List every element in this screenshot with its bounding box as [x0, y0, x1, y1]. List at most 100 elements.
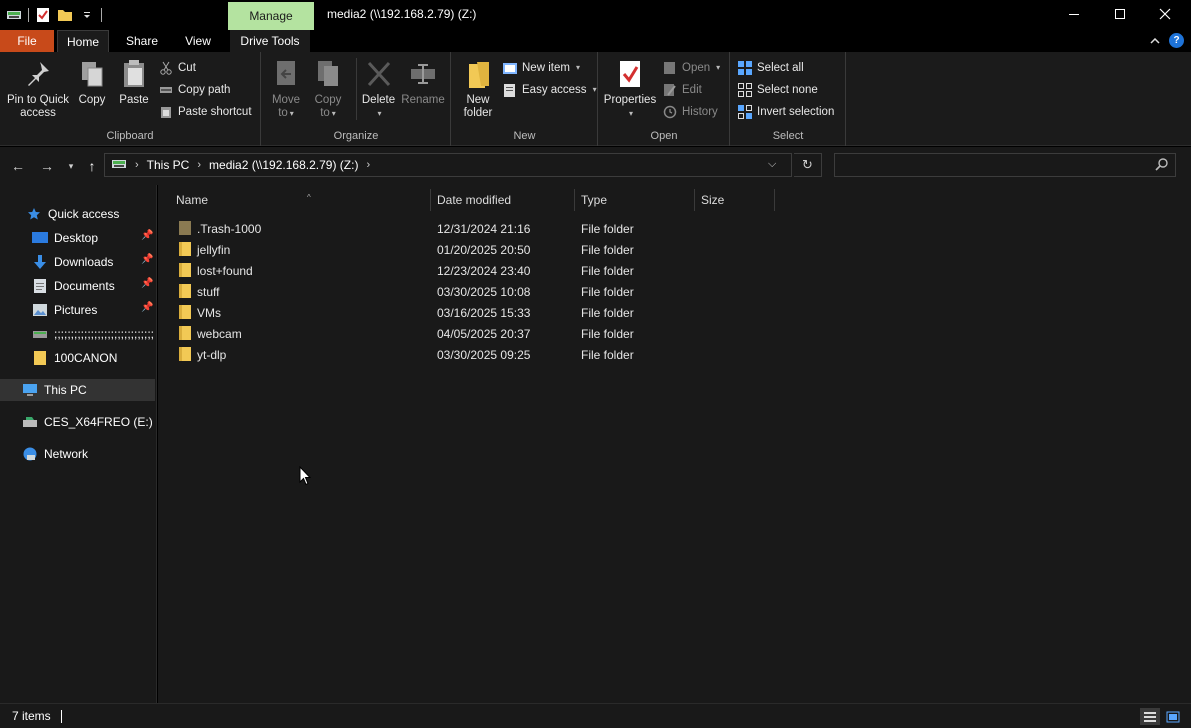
- recent-locations-button[interactable]: ▾: [61, 156, 81, 176]
- easy-access-button[interactable]: Easy access ▾: [502, 80, 597, 100]
- history-button[interactable]: History: [662, 102, 718, 122]
- nav-pictures[interactable]: Pictures 📌: [0, 299, 155, 321]
- status-divider: [61, 710, 62, 723]
- nav-quick-access-label: Quick access: [48, 207, 120, 221]
- help-button[interactable]: ?: [1169, 33, 1184, 48]
- forward-button[interactable]: →: [37, 156, 57, 176]
- table-row[interactable]: stuff 03/30/2025 10:08 File folder: [172, 281, 932, 302]
- column-type[interactable]: Type: [575, 189, 695, 211]
- file-type: File folder: [581, 326, 634, 341]
- back-button[interactable]: ←: [8, 156, 28, 176]
- nav-this-pc-label: This PC: [44, 383, 87, 397]
- invert-selection-icon: [737, 104, 753, 120]
- copy-path-icon: [158, 82, 174, 98]
- move-to-button[interactable]: Move to ▾: [266, 58, 306, 120]
- file-name: stuff: [197, 284, 220, 299]
- minimize-button[interactable]: [1051, 0, 1097, 28]
- maximize-button[interactable]: [1097, 0, 1143, 28]
- file-name: yt-dlp: [197, 347, 227, 362]
- search-icon[interactable]: [1155, 157, 1169, 174]
- tab-file[interactable]: File: [0, 30, 54, 52]
- navigation-pane: Quick access Desktop 📌 Downloads 📌 Docum…: [0, 185, 157, 703]
- details-view-icon: [1144, 711, 1156, 722]
- tab-view[interactable]: View: [172, 30, 224, 52]
- paste-shortcut-icon: [158, 104, 174, 120]
- arrow-left-icon: ←: [11, 158, 25, 174]
- refresh-button[interactable]: ↻: [794, 153, 822, 177]
- folder-icon: [179, 263, 191, 277]
- copy-button[interactable]: Copy: [74, 58, 110, 107]
- paste-shortcut-button[interactable]: Paste shortcut: [158, 102, 252, 122]
- file-date: 12/23/2024 23:40: [437, 263, 531, 278]
- nav-quick-access[interactable]: Quick access: [0, 203, 155, 225]
- up-button[interactable]: ↑: [82, 156, 102, 176]
- table-row[interactable]: .Trash-1000 12/31/2024 21:16 File folder: [172, 218, 932, 239]
- pin-to-quick-access-button[interactable]: Pin to Quick access: [4, 58, 72, 120]
- address-bar[interactable]: › This PC › media2 (\\192.168.2.79) (Z:)…: [104, 153, 792, 177]
- customize-dropdown-icon[interactable]: [79, 7, 95, 23]
- documents-icon: [32, 278, 48, 294]
- breadcrumb-this-pc[interactable]: This PC: [147, 158, 190, 172]
- select-group-label: Select: [772, 130, 804, 142]
- folder-icon: [179, 221, 191, 235]
- tab-drive-tools[interactable]: Drive Tools: [230, 30, 310, 52]
- tab-manage[interactable]: Manage: [228, 2, 314, 30]
- edit-label: Edit: [682, 84, 702, 96]
- delete-button[interactable]: Delete ▾: [356, 58, 400, 120]
- properties-button[interactable]: Properties ▾: [602, 58, 658, 120]
- table-row[interactable]: VMs 03/16/2025 15:33 File folder: [172, 302, 932, 323]
- nav-desktop[interactable]: Desktop 📌: [0, 227, 155, 249]
- close-button[interactable]: [1142, 0, 1188, 28]
- toolbar-separator: [28, 8, 29, 22]
- nav-recent-folder[interactable]: ;;;;;;;;;;;;;;;;;;;;;;;;;;;;;;;;;;;;: [0, 323, 155, 345]
- nav-documents[interactable]: Documents 📌: [0, 275, 155, 297]
- column-size[interactable]: Size: [695, 189, 775, 211]
- details-view-button[interactable]: [1140, 708, 1160, 725]
- select-none-button[interactable]: Select none: [737, 80, 818, 100]
- new-item-button[interactable]: New item ▾: [502, 58, 580, 78]
- edit-button[interactable]: Edit: [662, 80, 702, 100]
- star-icon: [26, 206, 42, 222]
- select-all-button[interactable]: Select all: [737, 58, 804, 78]
- tab-share[interactable]: Share: [116, 30, 168, 52]
- file-type: File folder: [581, 305, 634, 320]
- new-folder-icon[interactable]: [57, 7, 73, 23]
- cut-label: Cut: [178, 62, 196, 74]
- invert-selection-button[interactable]: Invert selection: [737, 102, 834, 122]
- properties-icon[interactable]: [35, 7, 51, 23]
- nav-100canon[interactable]: 100CANON: [0, 347, 155, 369]
- invert-selection-label: Invert selection: [757, 106, 835, 118]
- drive-icon: [111, 157, 127, 174]
- nav-network[interactable]: Network: [0, 443, 155, 465]
- table-row[interactable]: webcam 04/05/2025 20:37 File folder: [172, 323, 932, 344]
- cut-button[interactable]: Cut: [158, 58, 196, 78]
- collapse-ribbon-button[interactable]: [1148, 34, 1162, 48]
- column-date-modified[interactable]: Date modified: [431, 189, 575, 211]
- nav-desktop-label: Desktop: [54, 231, 99, 245]
- drive-icon[interactable]: [6, 7, 22, 23]
- open-button[interactable]: Open ▾: [662, 58, 720, 78]
- nav-drive-e-label: CES_X64FREO (E:): [44, 415, 153, 429]
- folder-icon: [179, 284, 191, 298]
- nav-100canon-label: 100CANON: [54, 351, 118, 365]
- table-row[interactable]: jellyfin 01/20/2025 20:50 File folder: [172, 239, 932, 260]
- computer-icon: [22, 382, 38, 398]
- rename-button[interactable]: Rename: [400, 58, 446, 107]
- nav-drive-e[interactable]: CES_X64FREO (E:): [0, 411, 155, 433]
- pin-label-2: access: [20, 107, 56, 119]
- tab-home[interactable]: Home: [57, 30, 109, 53]
- table-row[interactable]: yt-dlp 03/30/2025 09:25 File folder: [172, 344, 932, 365]
- table-row[interactable]: lost+found 12/23/2024 23:40 File folder: [172, 260, 932, 281]
- column-name[interactable]: Name ^: [170, 189, 431, 211]
- nav-this-pc[interactable]: This PC: [0, 379, 155, 401]
- nav-downloads[interactable]: Downloads 📌: [0, 251, 155, 273]
- new-folder-button[interactable]: New folder: [456, 58, 500, 120]
- breadcrumb-media2[interactable]: media2 (\\192.168.2.79) (Z:): [209, 158, 358, 172]
- large-icons-view-button[interactable]: [1163, 708, 1183, 725]
- address-history-dropdown[interactable]: ⌵: [768, 158, 776, 171]
- copy-to-button[interactable]: Copy to ▾: [308, 58, 348, 120]
- copy-path-button[interactable]: Copy path: [158, 80, 230, 100]
- new-group: New folder New item ▾ Easy access ▾ New: [452, 52, 598, 146]
- search-input[interactable]: [835, 154, 1135, 176]
- paste-button[interactable]: Paste: [116, 58, 152, 107]
